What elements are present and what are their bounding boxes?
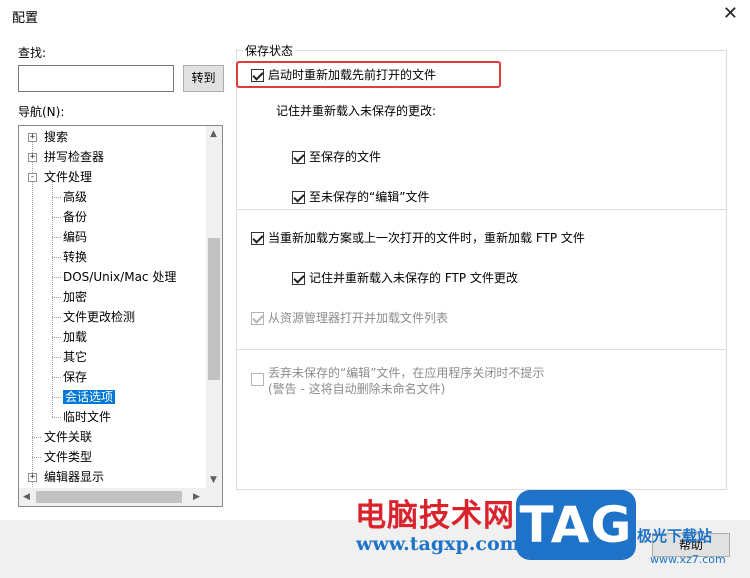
separator — [236, 209, 727, 210]
tree-item[interactable]: 编辑器显示 — [44, 467, 104, 487]
tree-connector — [32, 133, 33, 493]
title-bar: 配置 ✕ — [0, 0, 750, 30]
tree-item-label: 备份 — [63, 210, 88, 224]
checkbox-box — [251, 312, 264, 325]
remember-ftp-label: 记住并重新载入未保存的 FTP 文件更改 — [309, 271, 518, 285]
watermark-url: www.tagxp.com — [356, 533, 520, 555]
tree-connector — [52, 197, 61, 198]
tree-item[interactable]: 文件类型 — [44, 447, 92, 467]
watermark-site-url: www.xz7.com — [650, 553, 726, 566]
tree-item-label: 其它 — [63, 350, 88, 364]
scroll-right-icon[interactable]: ▶ — [193, 492, 200, 502]
tree-connector — [52, 317, 61, 318]
checkbox-box[interactable] — [292, 151, 305, 164]
tree-connector — [52, 237, 61, 238]
tree-item[interactable]: 其它 — [63, 347, 87, 367]
scroll-left-icon[interactable]: ◀ — [23, 492, 30, 502]
tree-item-label: 文件关联 — [44, 430, 93, 444]
scroll-up-icon[interactable]: ▲ — [210, 129, 217, 139]
save-state-title: 保存状态 — [243, 42, 296, 59]
find-label: 查找: — [18, 46, 47, 60]
tree-item-label: 会话选项 — [63, 390, 116, 404]
explorer-list-label: 从资源管理器打开并加载文件列表 — [268, 311, 449, 325]
find-input-field[interactable] — [19, 66, 173, 91]
tree-connector — [52, 357, 61, 358]
tree-connector — [32, 437, 41, 438]
expand-icon[interactable]: + — [28, 473, 37, 482]
checkbox-box[interactable] — [251, 232, 264, 245]
tree-item[interactable]: 备份 — [63, 207, 87, 227]
to-saved-label: 至保存的文件 — [309, 150, 382, 164]
tree-item[interactable]: 拼写检查器 — [44, 147, 104, 167]
tree-connector — [52, 257, 61, 258]
tree-item-label: 搜索 — [44, 130, 69, 144]
watermark-brand: 电脑技术网 — [355, 498, 515, 534]
tree-item[interactable]: 保存 — [63, 367, 87, 387]
tree-item[interactable]: 加载 — [63, 327, 87, 347]
find-input[interactable] — [18, 65, 174, 92]
checkbox-box — [251, 373, 264, 386]
tree-item[interactable]: 临时文件 — [63, 407, 111, 427]
tree-item-label: 加载 — [63, 330, 88, 344]
reload-on-start-label: 启动时重新加载先前打开的文件 — [268, 68, 437, 82]
tree-item[interactable]: 加密 — [63, 287, 87, 307]
tree-item-label: 保存 — [63, 370, 88, 384]
tree-item[interactable]: 文件处理 — [44, 167, 92, 187]
tree-item-label: 文件处理 — [44, 170, 93, 184]
tree-item[interactable]: 会话选项 — [63, 387, 116, 407]
tree-item-label: 加密 — [63, 290, 88, 304]
tree-connector — [52, 217, 61, 218]
tree-item-label: 文件更改检测 — [63, 310, 136, 324]
tree-connector — [52, 277, 61, 278]
tree-item-label: 编码 — [63, 230, 88, 244]
checkbox-box[interactable] — [292, 191, 305, 204]
nav-label: 导航(N): — [18, 105, 65, 119]
expand-icon[interactable]: + — [28, 153, 37, 162]
tree-item[interactable]: 编码 — [63, 227, 87, 247]
tree-item[interactable]: 转换 — [63, 247, 87, 267]
tree-item-label: 编辑器显示 — [44, 470, 105, 484]
separator — [236, 349, 727, 350]
tree-connector — [52, 397, 61, 398]
to-unsaved-label: 至未保存的“编辑”文件 — [309, 190, 430, 204]
tree-item-label: DOS/Unix/Mac 处理 — [63, 270, 177, 284]
tree-item-label: 拼写检查器 — [44, 150, 105, 164]
tree-item-label: 转换 — [63, 250, 88, 264]
nav-tree[interactable]: + 搜索 + 拼写检查器 - 文件处理高级备份编码转换 DOS/Unix/Mac 处理 加密文… — [18, 125, 223, 507]
close-icon[interactable]: ✕ — [723, 3, 738, 24]
window-title: 配置 — [12, 11, 39, 26]
vertical-scroll-thumb[interactable] — [208, 238, 220, 380]
discard-unsaved-label-1: 丢弃未保存的“编辑”文件，在应用程序关闭时不提示 — [268, 366, 545, 380]
tree-connector — [52, 181, 53, 417]
tree-connector — [52, 337, 61, 338]
checkbox-box[interactable] — [292, 272, 305, 285]
checkbox-box[interactable] — [251, 69, 264, 82]
tree-connector — [52, 297, 61, 298]
watermark-tag-logo: TAG — [516, 490, 636, 560]
discard-unsaved-label-2: (警告 - 这将自动删除未命名文件) — [268, 382, 446, 396]
horizontal-scroll-thumb[interactable] — [36, 491, 182, 503]
tree-item-label: 临时文件 — [63, 410, 112, 424]
tree-item[interactable]: 高级 — [63, 187, 87, 207]
tree-item-label: 高级 — [63, 190, 88, 204]
horizontal-scrollbar[interactable]: ◀ ▶ — [19, 488, 222, 506]
remember-unsaved-text: 记住并重新载入未保存的更改: — [276, 104, 437, 118]
tree-item[interactable]: 文件关联 — [44, 427, 92, 447]
tree-connector — [52, 377, 61, 378]
vertical-scrollbar[interactable]: ▲ ▼ — [206, 126, 222, 488]
watermark-site-name: 极光下载站 — [637, 527, 713, 545]
tree-connector — [52, 417, 61, 418]
tree-item-label: 文件类型 — [44, 450, 93, 464]
tree-connector — [32, 457, 41, 458]
tree-item[interactable]: DOS/Unix/Mac 处理 — [63, 267, 176, 287]
goto-button[interactable]: 转到 — [183, 65, 224, 92]
expand-icon[interactable]: + — [28, 133, 37, 142]
tree-item[interactable]: 搜索 — [44, 127, 68, 147]
reload-ftp-label: 当重新加载方案或上一次打开的文件时，重新加载 FTP 文件 — [268, 231, 585, 245]
scroll-down-icon[interactable]: ▼ — [210, 475, 217, 485]
tree-item[interactable]: 文件更改检测 — [63, 307, 135, 327]
collapse-icon[interactable]: - — [28, 173, 37, 182]
